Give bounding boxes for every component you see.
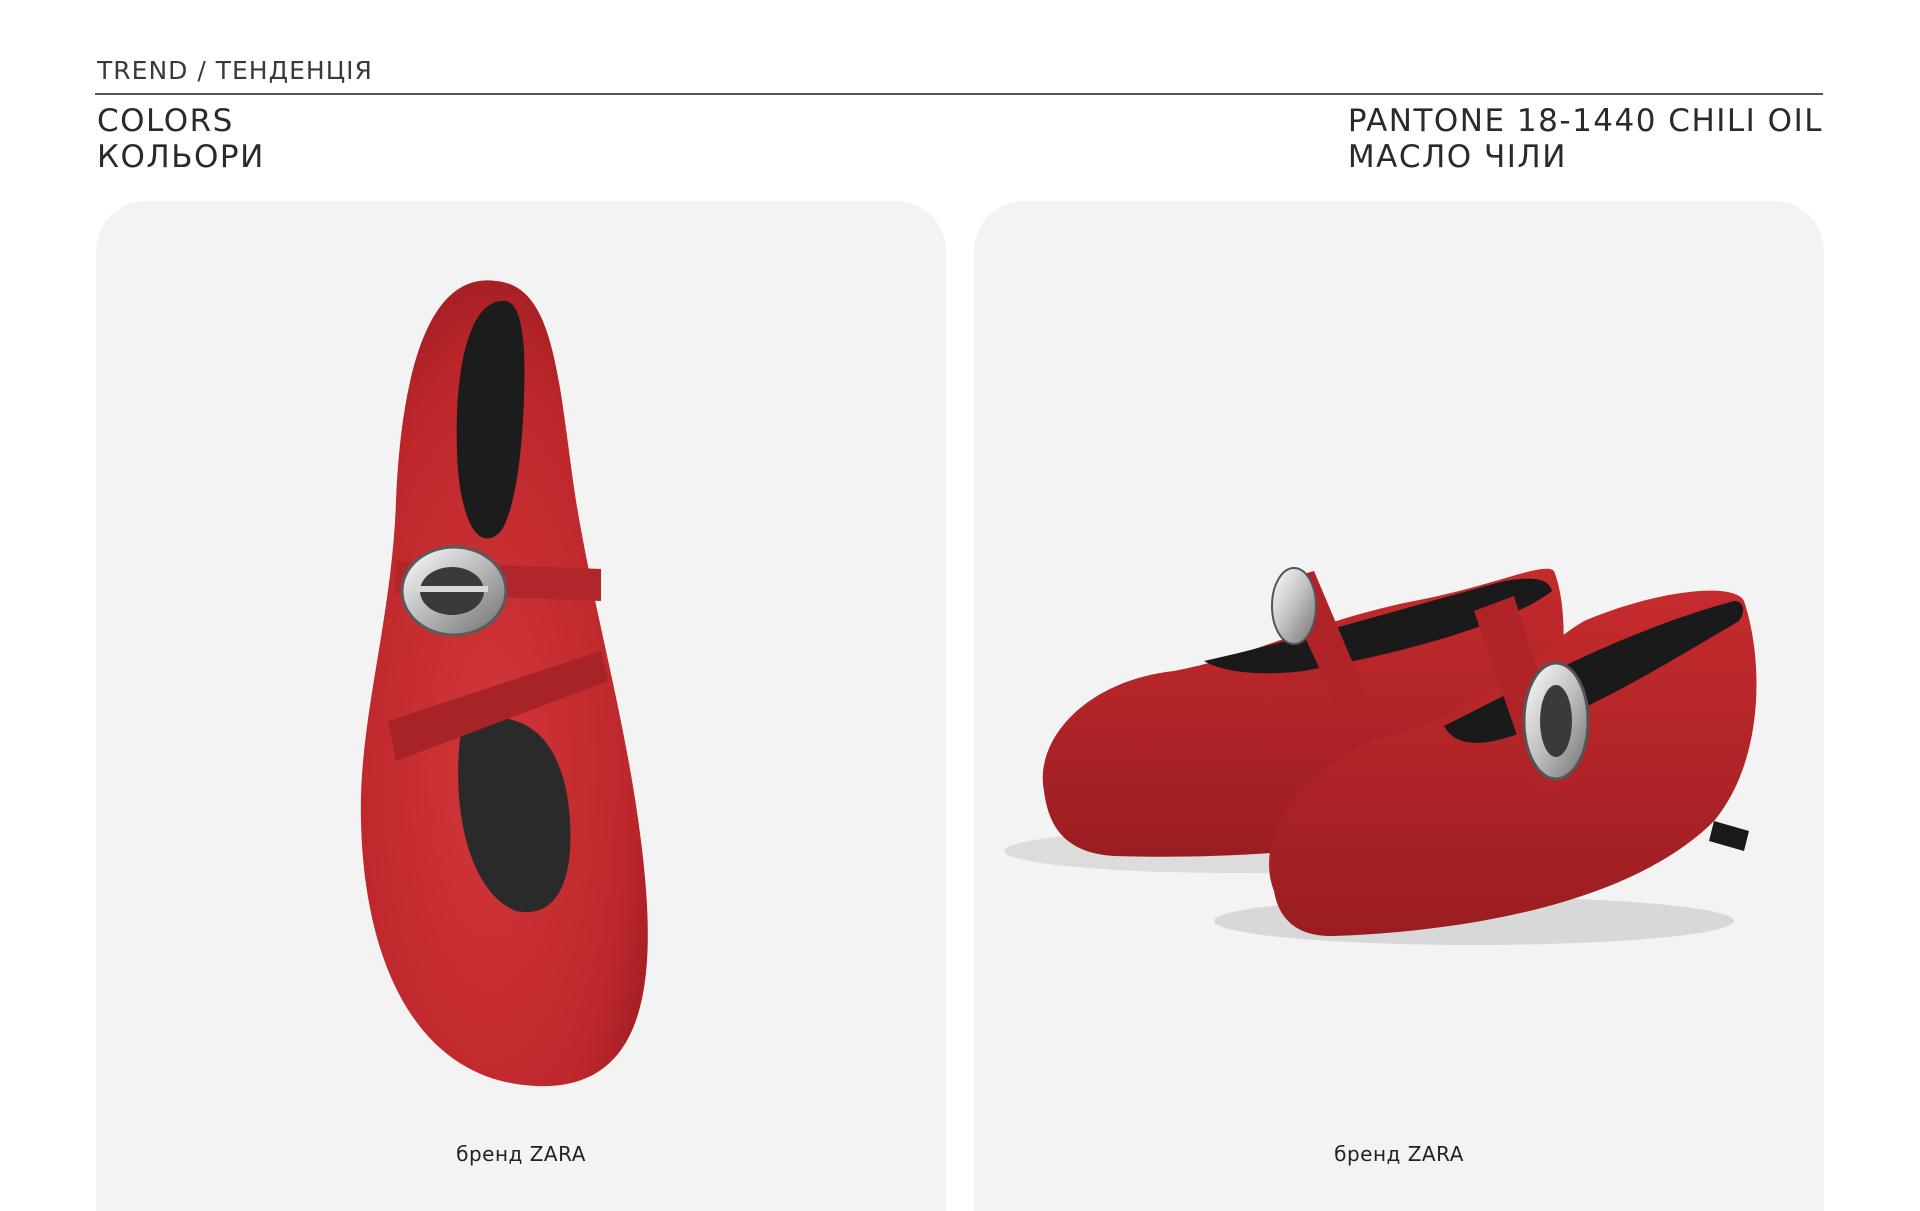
header-divider [95, 93, 1823, 95]
breadcrumb: TREND / ТЕНДЕНЦІЯ [97, 56, 373, 85]
color-name-en: PANTONE 18-1440 CHILI OIL [1347, 103, 1823, 139]
section-title-uk: КОЛЬОРИ [97, 139, 265, 175]
product-card-right[interactable]: бренд ZARA [974, 201, 1824, 1211]
shoe-top-view-image [360, 280, 648, 1087]
product-card-left[interactable]: бренд ZARA [96, 201, 946, 1211]
shoe-pair-image [1004, 567, 1757, 945]
brand-caption: бренд ZARA [1334, 1142, 1464, 1166]
section-title: COLORS КОЛЬОРИ [97, 103, 265, 175]
color-name: PANTONE 18-1440 CHILI OIL МАСЛО ЧІЛИ [1348, 103, 1823, 175]
brand-caption: бренд ZARA [456, 1142, 586, 1166]
section-title-en: COLORS [97, 103, 234, 139]
color-name-uk: МАСЛО ЧІЛИ [1347, 139, 1567, 175]
